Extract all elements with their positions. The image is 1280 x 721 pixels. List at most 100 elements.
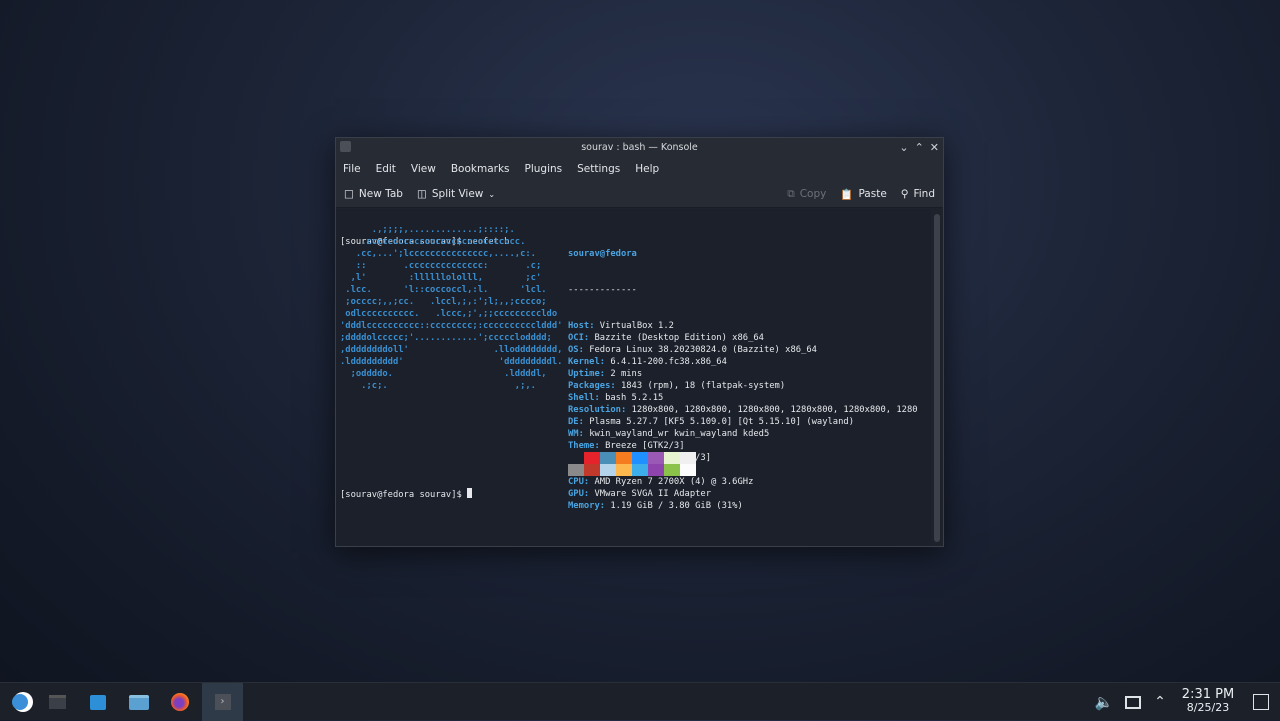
split-view-icon: ◫ xyxy=(416,188,427,200)
menu-settings[interactable]: Settings xyxy=(577,163,620,175)
info-row: OS: Fedora Linux 38.20230824.0 (Bazzite)… xyxy=(568,344,918,356)
palette-swatch xyxy=(600,464,616,476)
scrollbar[interactable] xyxy=(934,214,940,542)
info-key: Resolution xyxy=(568,405,621,415)
ascii-logo-line: :: .cccccccccccccc: .c; xyxy=(340,261,542,271)
paste-label: Paste xyxy=(858,188,887,200)
ascii-logo-line: .lcc. 'l::coccoccl,:l. 'lcl. xyxy=(340,285,547,295)
info-row: DE: Plasma 5.27.7 [KF5 5.109.0] [Qt 5.15… xyxy=(568,416,918,428)
palette-swatch xyxy=(680,452,696,464)
copy-button[interactable]: ⧉ Copy xyxy=(787,188,826,201)
task-system-settings[interactable] xyxy=(37,683,77,721)
info-row: Shell: bash 5.2.15 xyxy=(568,392,918,404)
palette-swatch xyxy=(680,464,696,476)
terminal-area[interactable]: [sourav@fedora sourav]$ neofetch .,;;;;,… xyxy=(336,209,931,546)
menu-file[interactable]: File xyxy=(343,163,361,175)
palette-swatch xyxy=(616,452,632,464)
show-desktop-icon xyxy=(1253,694,1269,710)
info-key: Theme xyxy=(568,441,595,451)
find-button[interactable]: ⚲ Find xyxy=(901,188,935,200)
palette-swatch xyxy=(664,464,680,476)
separator: ------------- xyxy=(568,285,637,295)
task-discover[interactable] xyxy=(78,683,118,721)
paste-icon: 📋 xyxy=(840,188,854,201)
chevron-down-icon: ⌄ xyxy=(488,189,496,199)
clock-time: 2:31 PM xyxy=(1181,687,1235,702)
info-colon: : xyxy=(578,417,590,427)
menu-view[interactable]: View xyxy=(411,163,436,175)
info-colon: : xyxy=(589,321,600,331)
info-row: Uptime: 2 mins xyxy=(568,368,918,380)
palette-swatch xyxy=(600,452,616,464)
info-value: 2 mins xyxy=(610,369,643,379)
new-tab-button[interactable]: □ New Tab xyxy=(344,188,403,200)
system-tray-expand[interactable]: ⌃ xyxy=(1140,683,1180,721)
task-file-manager[interactable] xyxy=(119,683,159,721)
info-key: CPU xyxy=(568,477,584,487)
user-host: sourav@fedora xyxy=(568,249,637,259)
info-value: AMD Ryzen 7 2700X (4) @ 3.6GHz xyxy=(594,477,754,487)
info-colon: : xyxy=(599,357,611,367)
task-firefox[interactable] xyxy=(160,683,200,721)
info-value: kwin_wayland_wr kwin_wayland kded5 xyxy=(589,429,770,439)
info-row: WM: kwin_wayland_wr kwin_wayland kded5 xyxy=(568,428,918,440)
minimize-icon[interactable]: ⌄ xyxy=(899,138,908,157)
title-bar[interactable]: sourav : bash — Konsole ⌄ ⌃ ✕ xyxy=(336,138,943,157)
info-row: Kernel: 6.4.11-200.fc38.x86_64 xyxy=(568,356,918,368)
toolbar: □ New Tab ◫ Split View ⌄ ⧉ Copy 📋 Paste ⚲ Find xyxy=(336,181,943,208)
info-value: Bazzite (Desktop Edition) x86_64 xyxy=(594,333,764,343)
network-wired-icon xyxy=(1125,695,1141,709)
ascii-logo-line: .cc,...';lccccccccccccccc,....,c:. xyxy=(340,249,536,259)
info-row: Theme: Breeze [GTK2/3] xyxy=(568,440,918,452)
folder-icon xyxy=(129,694,149,710)
info-key: WM xyxy=(568,429,579,439)
steam-deck-launcher-icon xyxy=(12,694,28,710)
info-value: bash 5.2.15 xyxy=(605,393,664,403)
app-launcher-button[interactable] xyxy=(0,683,40,721)
info-value: VMware SVGA II Adapter xyxy=(594,489,712,499)
ascii-logo-line: ;ddddolccccc;'............';ccccclodddd; xyxy=(340,333,552,343)
menu-edit[interactable]: Edit xyxy=(376,163,396,175)
konsole-window: sourav : bash — Konsole ⌄ ⌃ ✕ File Edit … xyxy=(335,137,944,547)
split-view-button[interactable]: ◫ Split View ⌄ xyxy=(417,188,495,200)
paste-button[interactable]: 📋 Paste xyxy=(840,188,886,201)
find-label: Find xyxy=(913,188,935,200)
info-row: Resolution: 1280x800, 1280x800, 1280x800… xyxy=(568,404,918,416)
palette-swatch xyxy=(584,464,600,476)
info-colon: : xyxy=(610,381,621,391)
info-key: GPU xyxy=(568,489,584,499)
info-row: GPU: VMware SVGA II Adapter xyxy=(568,488,918,500)
info-value: Breeze [GTK2/3] xyxy=(605,441,685,451)
menu-plugins[interactable]: Plugins xyxy=(525,163,563,175)
palette-swatch xyxy=(632,464,648,476)
cursor xyxy=(467,488,473,498)
ascii-logo: .,;;;;,.............;::::;. .ccccccccccc… xyxy=(340,224,562,392)
clock[interactable]: 2:31 PM 8/25/23 xyxy=(1176,687,1240,714)
info-row: OCI: Bazzite (Desktop Edition) x86_64 xyxy=(568,332,918,344)
palette-swatch xyxy=(568,452,584,464)
info-value: Fedora Linux 38.20230824.0 (Bazzite) x86… xyxy=(589,345,817,355)
show-desktop-button[interactable] xyxy=(1241,683,1280,721)
info-row: Memory: 1.19 GiB / 3.80 GiB (31%) xyxy=(568,500,918,512)
ascii-logo-line: ,l' :llllllololll, ;c' xyxy=(340,273,542,283)
prompt: [sourav@fedora sourav]$ xyxy=(340,490,468,500)
new-tab-label: New Tab xyxy=(358,188,403,200)
info-value: 1280x800, 1280x800, 1280x800, 1280x800, … xyxy=(631,405,918,415)
info-colon: : xyxy=(583,477,595,487)
menu-help[interactable]: Help xyxy=(635,163,659,175)
close-icon[interactable]: ✕ xyxy=(930,138,939,157)
info-row: CPU: AMD Ryzen 7 2700X (4) @ 3.6GHz xyxy=(568,476,918,488)
konsole-app-icon[interactable] xyxy=(340,141,351,152)
ascii-logo-line: .lddddddddd' 'dddddddddl. xyxy=(340,357,563,367)
info-key: Packages xyxy=(568,381,611,391)
palette-swatch xyxy=(648,452,664,464)
info-colon: : xyxy=(594,441,606,451)
info-value: 1843 (rpm), 18 (flatpak-system) xyxy=(620,381,786,391)
prompt-line: [sourav@fedora sourav]$ xyxy=(340,488,473,501)
info-colon: : xyxy=(620,405,632,415)
task-konsole[interactable]: › xyxy=(202,683,243,721)
info-colon: : xyxy=(578,345,590,355)
maximize-icon[interactable]: ⌃ xyxy=(915,138,924,157)
menu-bookmarks[interactable]: Bookmarks xyxy=(451,163,510,175)
new-tab-icon: □ xyxy=(344,188,354,200)
